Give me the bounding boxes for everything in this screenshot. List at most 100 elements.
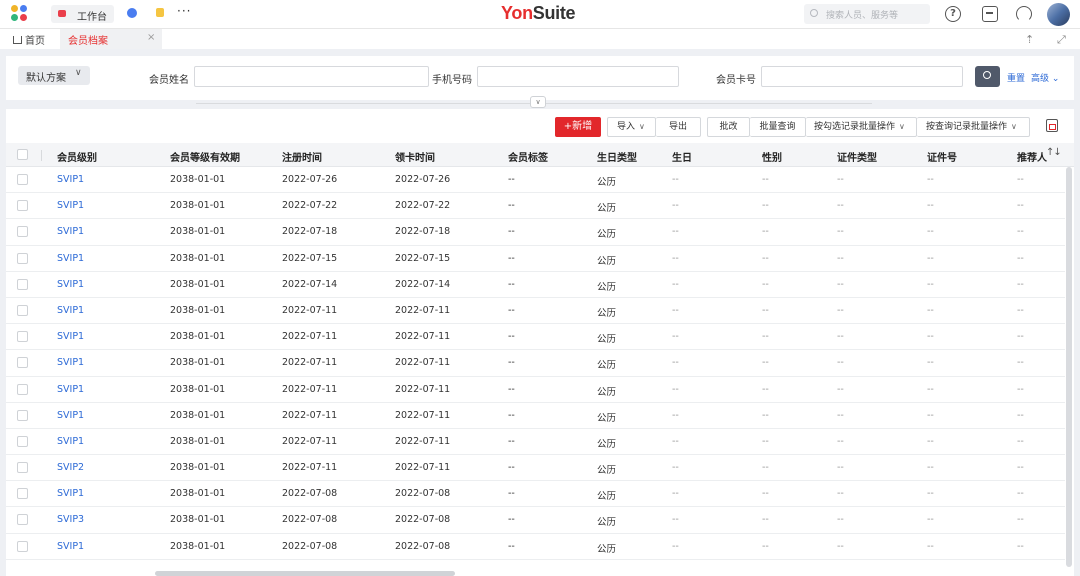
row-checkbox[interactable] (17, 174, 28, 185)
table-row[interactable]: SVIP1 2038-01-01 2022-07-11 2022-07-11 -- 公历 -… (6, 403, 1065, 429)
table-row[interactable]: SVIP1 2038-01-01 2022-07-11 2022-07-11 -- 公历 -… (6, 298, 1065, 325)
sort-icon[interactable]: ↑↓ (1046, 147, 1062, 158)
cell-level[interactable]: SVIP3 (57, 514, 84, 525)
table-row[interactable]: SVIP1 2038-01-01 2022-07-14 2022-07-14 -- 公历 -… (6, 272, 1065, 298)
column-header[interactable]: 会员等级有效期 (170, 149, 240, 164)
row-checkbox[interactable] (17, 304, 28, 316)
app-logo-icon[interactable] (11, 5, 31, 23)
workbench-label: 工作台 (77, 12, 107, 23)
row-checkbox[interactable] (17, 409, 28, 421)
row-checkbox[interactable] (17, 357, 28, 369)
reset-link[interactable]: 重置 (1007, 71, 1025, 84)
cell-level[interactable]: SVIP1 (57, 384, 84, 395)
batch-edit-button[interactable]: 批改 (707, 117, 750, 137)
row-checkbox[interactable] (17, 540, 28, 552)
column-header[interactable]: 推荐人 (1017, 149, 1047, 164)
row-checkbox[interactable] (17, 435, 28, 447)
query-batch-label: 按查询记录批量操作 (926, 122, 1008, 132)
checked-batch-button[interactable]: 按勾选记录批量操作 ∨ (806, 117, 917, 137)
import-button[interactable]: 导入 ∨ (607, 117, 656, 137)
column-header[interactable]: 证件号 (927, 149, 957, 164)
horizontal-scrollbar[interactable] (155, 571, 455, 576)
vertical-scrollbar[interactable] (1066, 167, 1072, 567)
cell-level[interactable]: SVIP1 (57, 200, 84, 211)
cell-expiry: 2038-01-01 (170, 200, 226, 212)
column-header[interactable]: 生日 (672, 149, 692, 164)
column-header[interactable]: 性别 (762, 149, 782, 164)
cell-expiry: 2038-01-01 (170, 488, 226, 500)
table-row[interactable]: SVIP2 2038-01-01 2022-07-11 2022-07-11 -- 公历 -… (6, 455, 1065, 482)
table-row[interactable]: SVIP1 2038-01-01 2022-07-26 2022-07-26 -- 公历 -… (6, 167, 1065, 194)
table-row[interactable]: SVIP3 2038-01-01 2022-07-08 2022-07-08 -- 公历 -… (6, 507, 1065, 534)
row-checkbox[interactable] (17, 200, 28, 212)
message-icon[interactable] (982, 6, 998, 22)
advanced-link[interactable]: 高级 ⌄ (1031, 71, 1059, 84)
column-header[interactable]: 证件类型 (837, 149, 877, 164)
row-checkbox[interactable] (17, 252, 28, 264)
pin-icon[interactable]: ⇡ (1025, 33, 1034, 46)
cell-tag: -- (508, 488, 515, 500)
cell-level[interactable]: SVIP2 (57, 462, 84, 473)
column-header[interactable]: 生日类型 (597, 149, 637, 164)
row-checkbox[interactable] (17, 514, 28, 526)
query-batch-button[interactable]: 按查询记录批量操作 ∨ (917, 117, 1030, 137)
row-checkbox[interactable] (17, 226, 28, 238)
cell-level[interactable]: SVIP1 (57, 541, 84, 552)
select-all-checkbox[interactable] (17, 149, 28, 160)
cell-level[interactable]: SVIP1 (57, 410, 84, 421)
cell-level[interactable]: SVIP1 (57, 279, 84, 290)
row-checkbox[interactable] (17, 278, 28, 290)
search-button[interactable] (975, 66, 1000, 87)
table-row[interactable]: SVIP1 2038-01-01 2022-07-08 2022-07-08 -- 公历 -… (6, 481, 1065, 508)
table-row[interactable]: SVIP1 2038-01-01 2022-07-11 2022-07-11 -- 公历 -… (6, 377, 1065, 403)
row-checkbox[interactable] (17, 383, 28, 395)
workbench-tab[interactable]: 工作台 (51, 5, 114, 23)
table-row[interactable]: SVIP1 2038-01-01 2022-07-11 2022-07-11 -- 公历 -… (6, 429, 1065, 456)
cell-level[interactable]: SVIP1 (57, 331, 84, 342)
support-icon[interactable] (1016, 6, 1032, 22)
app-shortcut-icon[interactable] (127, 8, 137, 18)
table-row[interactable]: SVIP1 2038-01-01 2022-07-11 2022-07-11 -- 公历 -… (6, 350, 1065, 377)
card-no-input[interactable] (761, 66, 963, 87)
cell-tag: -- (508, 200, 515, 212)
table-row[interactable]: SVIP1 2038-01-01 2022-07-11 2022-07-11 -- 公历 -… (6, 324, 1065, 351)
table-row[interactable]: SVIP1 2038-01-01 2022-07-18 2022-07-18 -- 公历 -… (6, 219, 1065, 246)
add-button[interactable]: +新增 (555, 117, 601, 137)
column-header[interactable]: 注册时间 (282, 149, 322, 164)
search-icon (983, 71, 991, 79)
column-setting-icon[interactable] (1046, 119, 1058, 132)
cell-level[interactable]: SVIP1 (57, 174, 84, 185)
scheme-select[interactable]: 默认方案 ∨ (18, 66, 90, 85)
tab-home[interactable]: 首页 (13, 32, 45, 47)
column-header[interactable]: 会员标签 (508, 149, 548, 164)
cell-level[interactable]: SVIP1 (57, 253, 84, 264)
cell-level[interactable]: SVIP1 (57, 488, 84, 499)
cell-level[interactable]: SVIP1 (57, 305, 84, 316)
tab-member-archive[interactable]: 会员档案 × (60, 29, 162, 49)
note-shortcut-icon[interactable] (156, 8, 164, 17)
member-name-input[interactable] (194, 66, 429, 87)
cell-level[interactable]: SVIP1 (57, 226, 84, 237)
phone-input[interactable] (477, 66, 679, 87)
table-row[interactable]: SVIP1 2038-01-01 2022-07-08 2022-07-08 -- 公历 -… (6, 534, 1065, 560)
help-icon[interactable]: ? (945, 6, 961, 22)
row-checkbox[interactable] (17, 488, 28, 500)
expand-icon[interactable]: ⤢ (1057, 33, 1066, 47)
cell-expiry: 2038-01-01 (170, 174, 226, 185)
more-menu[interactable]: ··· (177, 4, 191, 18)
export-button[interactable]: 导出 (656, 117, 701, 137)
row-checkbox[interactable] (17, 462, 28, 474)
cell-level[interactable]: SVIP1 (57, 357, 84, 368)
column-header[interactable]: 领卡时间 (395, 149, 435, 164)
cell-level[interactable]: SVIP1 (57, 436, 84, 447)
collapse-toggle[interactable]: ∨ (530, 96, 546, 108)
avatar[interactable] (1047, 3, 1070, 26)
close-icon[interactable]: × (147, 32, 155, 43)
column-header[interactable]: 会员级别 (57, 149, 97, 164)
global-search-input[interactable]: 搜索人员、服务等 (804, 4, 930, 24)
cell-expiry: 2038-01-01 (170, 331, 226, 343)
row-checkbox[interactable] (17, 331, 28, 343)
table-row[interactable]: SVIP1 2038-01-01 2022-07-15 2022-07-15 -- 公历 -… (6, 246, 1065, 272)
batch-query-button[interactable]: 批量查询 (750, 117, 806, 137)
table-row[interactable]: SVIP1 2038-01-01 2022-07-22 2022-07-22 -- 公历 -… (6, 193, 1065, 220)
